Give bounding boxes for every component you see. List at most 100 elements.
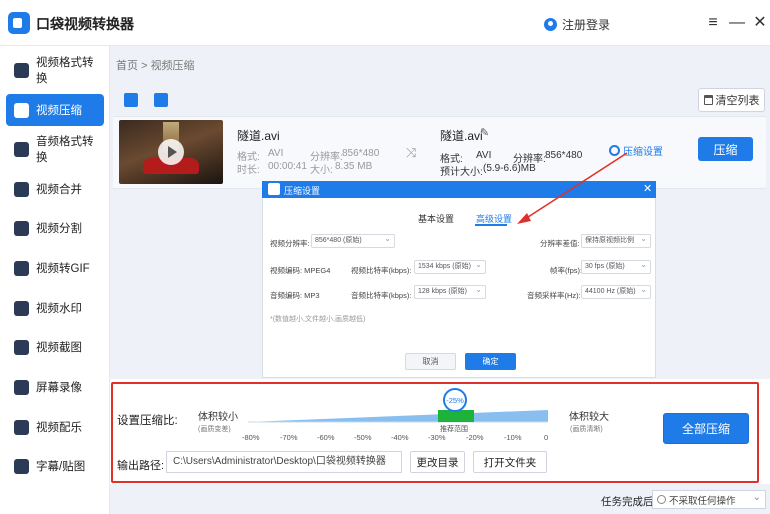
title-bar: 口袋视频转换器 注册登录 ≡ — ✕ bbox=[0, 0, 770, 46]
sidebar-item-music[interactable]: 视频配乐 bbox=[6, 411, 104, 443]
video-bitrate-select[interactable]: 1534 kbps (原始) bbox=[414, 259, 486, 274]
tick-label: -60% bbox=[317, 433, 335, 442]
tick-label: -10% bbox=[504, 433, 522, 442]
smaller-size-label: 体积较小 bbox=[198, 412, 238, 423]
fps-select[interactable]: 30 fps (原始) bbox=[581, 259, 651, 274]
smaller-size-sub: (画质变差) bbox=[198, 426, 231, 433]
screenshot-icon bbox=[14, 339, 29, 355]
breadcrumb-current: 视频压缩 bbox=[150, 60, 195, 72]
compress-button[interactable]: 压缩 bbox=[698, 137, 753, 161]
dialog-close-icon[interactable]: ✕ bbox=[643, 182, 652, 195]
duration-label: 时长: bbox=[237, 165, 260, 176]
menu-icon[interactable]: ≡ bbox=[704, 14, 722, 32]
screen-record-icon bbox=[14, 379, 29, 395]
tick-label: -20% bbox=[466, 433, 484, 442]
output-file-name: 隧道.avi bbox=[440, 129, 483, 143]
login-button[interactable]: 注册登录 bbox=[544, 16, 610, 33]
minimize-icon[interactable]: — bbox=[728, 14, 746, 32]
sidebar-item-gif[interactable]: 视频转GIF bbox=[6, 252, 104, 284]
tab-basic[interactable]: 基本设置 bbox=[418, 212, 454, 225]
compress-settings-dialog bbox=[262, 181, 656, 378]
subtitle-icon bbox=[14, 458, 29, 474]
sidebar-item-screen-record[interactable]: 屏幕录像 bbox=[6, 371, 104, 403]
breadcrumb: 首页 > 视频压缩 bbox=[116, 57, 195, 73]
sidebar-item-video-merge[interactable]: 视频合并 bbox=[6, 173, 104, 205]
sidebar-item-video-compress[interactable]: 视频压缩 bbox=[6, 94, 104, 126]
audio-sample-select[interactable]: 44100 Hz (原始) bbox=[581, 284, 651, 299]
tick-label: -70% bbox=[280, 433, 298, 442]
sidebar-item-watermark[interactable]: 视频水印 bbox=[6, 292, 104, 324]
sidebar-item-label: 视频水印 bbox=[36, 303, 82, 315]
source-resolution: 856*480 bbox=[342, 148, 380, 159]
clear-list-label: 清空列表 bbox=[715, 95, 760, 107]
audio-codec: 音频编码: MP3 bbox=[270, 291, 320, 300]
dialog-ok-button[interactable]: 确定 bbox=[465, 353, 516, 370]
dialog-cancel-button[interactable]: 取消 bbox=[405, 353, 456, 370]
sidebar-item-label: 字幕/贴图 bbox=[36, 461, 86, 473]
resolution-diff-label: 分辨率差值: bbox=[540, 239, 580, 248]
video-merge-icon bbox=[14, 181, 29, 197]
video-thumbnail[interactable] bbox=[119, 120, 223, 184]
sidebar-item-label: 视频合并 bbox=[36, 184, 82, 196]
video-compress-icon bbox=[14, 102, 29, 118]
tick-label: -50% bbox=[354, 433, 372, 442]
sidebar-item-label: 视频格式转换 bbox=[36, 57, 94, 85]
play-icon[interactable] bbox=[158, 139, 184, 165]
source-file-name: 隧道.avi bbox=[237, 129, 280, 143]
breadcrumb-home[interactable]: 首页 bbox=[116, 60, 138, 72]
video-codec: 视频编码: MPEG4 bbox=[270, 266, 331, 275]
tick-label: -30% bbox=[428, 433, 446, 442]
output-path-field[interactable]: C:\Users\Administrator\Desktop\口袋视频转换器 bbox=[166, 451, 402, 473]
change-directory-button[interactable]: 更改目录 bbox=[410, 451, 465, 473]
larger-size-sub: (画质清晰) bbox=[570, 426, 603, 433]
sidebar-item-label: 音频格式转换 bbox=[36, 136, 94, 164]
sidebar-item-screenshot[interactable]: 视频截图 bbox=[6, 331, 104, 363]
resolution-select[interactable]: 856*480 (原始) bbox=[311, 233, 395, 248]
sidebar-item-audio-format[interactable]: 音频格式转换 bbox=[6, 133, 104, 165]
open-folder-button[interactable]: 打开文件夹 bbox=[473, 451, 547, 473]
add-file-icon[interactable] bbox=[124, 93, 138, 107]
estimate-size: (5.9-6.6)MB bbox=[483, 163, 536, 174]
task-complete-select[interactable]: 不采取任何操作 bbox=[652, 490, 766, 509]
app-title: 口袋视频转换器 bbox=[36, 16, 134, 32]
audio-sample-label: 音频采样率(Hz): bbox=[527, 291, 581, 300]
edit-icon[interactable]: ✎ bbox=[480, 126, 489, 139]
compress-ratio-slider[interactable] bbox=[248, 404, 550, 426]
dialog-header bbox=[262, 181, 656, 198]
option-icon bbox=[657, 495, 666, 504]
sidebar-item-video-format[interactable]: 视频格式转换 bbox=[6, 54, 104, 86]
close-icon[interactable]: ✕ bbox=[751, 14, 769, 32]
sidebar-item-label: 屏幕录像 bbox=[36, 382, 82, 394]
resolution-label: 视频分辨率: bbox=[270, 239, 310, 248]
sidebar-item-label: 视频转GIF bbox=[36, 263, 90, 275]
sidebar-item-label: 视频截图 bbox=[36, 342, 82, 354]
source-format: AVI bbox=[268, 148, 284, 159]
compress-settings-label: 压缩设置 bbox=[623, 147, 663, 158]
resolution-diff-select[interactable]: 保持原视频比例 bbox=[581, 233, 651, 248]
compress-ratio-label: 设置压缩比: bbox=[117, 415, 178, 427]
fps-label: 帧率(fps): bbox=[550, 266, 583, 275]
user-icon bbox=[544, 18, 557, 31]
sidebar-item-label: 视频分割 bbox=[36, 223, 82, 235]
size-label: 大小: bbox=[310, 165, 333, 176]
music-icon bbox=[14, 419, 29, 435]
duration: 00:00:41 bbox=[268, 161, 307, 172]
clear-list-button[interactable]: 清空列表 bbox=[698, 88, 765, 112]
sidebar-item-video-split[interactable]: 视频分割 bbox=[6, 212, 104, 244]
video-format-icon bbox=[14, 62, 29, 78]
ratio-value-bubble[interactable]: -25% bbox=[443, 388, 467, 412]
output-format: AVI bbox=[476, 150, 492, 161]
video-split-icon bbox=[14, 220, 29, 236]
compress-settings-link[interactable]: 压缩设置 bbox=[609, 143, 663, 158]
audio-bitrate-label: 音频比特率(kbps): bbox=[351, 291, 412, 300]
estimate-label: 预计大小: bbox=[440, 167, 483, 178]
gif-icon bbox=[14, 260, 29, 276]
video-bitrate-label: 视频比特率(kbps): bbox=[351, 266, 412, 275]
sidebar-item-subtitle[interactable]: 字幕/贴图 bbox=[6, 450, 104, 482]
audio-bitrate-select[interactable]: 128 kbps (原始) bbox=[414, 284, 486, 299]
compress-all-button[interactable]: 全部压缩 bbox=[663, 413, 749, 444]
convert-arrow-icon: ⤨ bbox=[406, 145, 417, 160]
watermark-icon bbox=[14, 300, 29, 316]
add-folder-icon[interactable] bbox=[154, 93, 168, 107]
output-resolution: 856*480 bbox=[545, 150, 583, 161]
